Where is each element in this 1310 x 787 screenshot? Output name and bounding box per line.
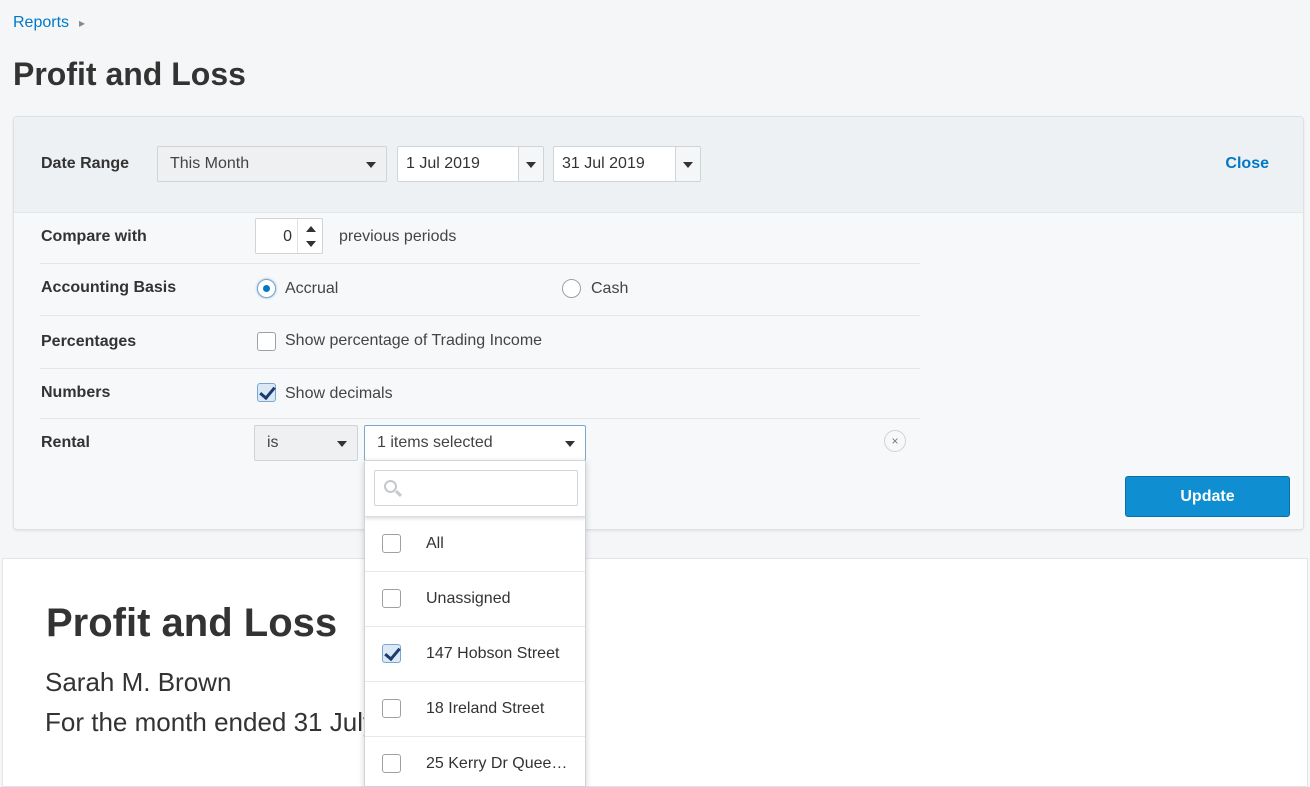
dropdown-item-147-hobson[interactable]: 147 Hobson Street bbox=[365, 627, 585, 682]
report-preview: Profit and Loss Sarah M. Brown For the m… bbox=[2, 558, 1308, 787]
chevron-down-icon bbox=[526, 162, 536, 168]
dropdown-item-all[interactable]: All bbox=[365, 517, 585, 572]
compare-label: Compare with bbox=[41, 228, 147, 245]
chevron-right-icon: ▸ bbox=[79, 16, 86, 30]
dropdown-item-checkbox[interactable] bbox=[382, 754, 401, 773]
dropdown-item-25-kerry[interactable]: 25 Kerry Dr Queenstown bbox=[365, 737, 585, 786]
percentages-label: Percentages bbox=[41, 333, 137, 350]
dropdown-item-label: All bbox=[426, 535, 444, 552]
divider bbox=[40, 315, 920, 316]
show-decimals-label[interactable]: Show decimals bbox=[285, 385, 393, 403]
dropdown-item-checkbox[interactable] bbox=[382, 589, 401, 608]
rental-operator-value: is bbox=[267, 434, 279, 451]
report-settings-panel: Date Range This Month 1 Jul 2019 31 Jul … bbox=[13, 116, 1304, 530]
report-entity-name: Sarah M. Brown bbox=[45, 667, 232, 697]
date-range-label: Date Range bbox=[41, 155, 130, 172]
divider bbox=[40, 263, 920, 264]
cash-radio[interactable] bbox=[562, 279, 581, 298]
percentage-checkbox[interactable] bbox=[257, 332, 276, 351]
accrual-radio[interactable] bbox=[257, 279, 276, 298]
dropdown-item-18-ireland[interactable]: 18 Ireland Street bbox=[365, 682, 585, 737]
end-date-field[interactable]: 31 Jul 2019 bbox=[553, 146, 701, 182]
accrual-label[interactable]: Accrual bbox=[285, 280, 338, 298]
close-link[interactable]: Close bbox=[1225, 155, 1269, 173]
dropdown-item-label: Unassigned bbox=[426, 590, 511, 607]
chevron-down-icon bbox=[565, 441, 575, 447]
dropdown-item-checkbox[interactable] bbox=[382, 644, 401, 663]
breadcrumb: Reports ▸ bbox=[13, 14, 85, 32]
start-date-value: 1 Jul 2019 bbox=[406, 155, 480, 172]
breadcrumb-reports-link[interactable]: Reports bbox=[13, 14, 69, 32]
numbers-label: Numbers bbox=[41, 384, 111, 401]
dropdown-item-label: 18 Ireland Street bbox=[426, 700, 545, 717]
end-date-value: 31 Jul 2019 bbox=[562, 155, 645, 172]
increment-icon[interactable] bbox=[306, 226, 316, 232]
divider bbox=[40, 368, 920, 369]
divider bbox=[40, 418, 920, 419]
compare-suffix: previous periods bbox=[339, 228, 457, 245]
show-decimals-checkbox[interactable] bbox=[257, 383, 276, 402]
stepper-divider bbox=[297, 219, 298, 253]
rental-items-summary: 1 items selected bbox=[377, 434, 493, 451]
update-button[interactable]: Update bbox=[1125, 476, 1290, 517]
start-date-field[interactable]: 1 Jul 2019 bbox=[397, 146, 544, 182]
date-range-select[interactable]: This Month bbox=[157, 146, 387, 182]
chevron-down-icon bbox=[337, 441, 347, 447]
dropdown-item-checkbox[interactable] bbox=[382, 534, 401, 553]
dropdown-item-unassigned[interactable]: Unassigned bbox=[365, 572, 585, 627]
decrement-icon[interactable] bbox=[306, 241, 316, 247]
compare-periods-stepper[interactable]: 0 bbox=[255, 218, 323, 254]
cash-label[interactable]: Cash bbox=[591, 280, 628, 298]
compare-periods-value: 0 bbox=[283, 228, 292, 245]
percentage-option-label[interactable]: Show percentage of Trading Income bbox=[285, 332, 542, 350]
rental-items-dropdown: All Unassigned 147 Hobson Street 18 Irel… bbox=[364, 460, 586, 787]
dropdown-item-label: 25 Kerry Dr Queenstown bbox=[426, 755, 574, 772]
dropdown-search-input[interactable] bbox=[374, 470, 578, 506]
page-title: Profit and Loss bbox=[13, 56, 246, 92]
date-range-value: This Month bbox=[170, 155, 250, 172]
clear-filter-icon[interactable]: × bbox=[884, 430, 906, 452]
start-date-dropdown-button[interactable] bbox=[518, 147, 543, 181]
report-title: Profit and Loss bbox=[46, 601, 338, 645]
chevron-down-icon bbox=[683, 162, 693, 168]
end-date-dropdown-button[interactable] bbox=[675, 147, 700, 181]
rental-label: Rental bbox=[41, 434, 90, 451]
rental-operator-select[interactable]: is bbox=[254, 425, 358, 461]
search-icon bbox=[384, 480, 397, 493]
rental-items-select[interactable]: 1 items selected bbox=[364, 425, 586, 461]
dropdown-item-checkbox[interactable] bbox=[382, 699, 401, 718]
dropdown-item-label: 147 Hobson Street bbox=[426, 645, 560, 662]
accounting-basis-label: Accounting Basis bbox=[41, 279, 177, 296]
chevron-down-icon bbox=[366, 162, 376, 168]
dropdown-search-area bbox=[365, 461, 585, 517]
